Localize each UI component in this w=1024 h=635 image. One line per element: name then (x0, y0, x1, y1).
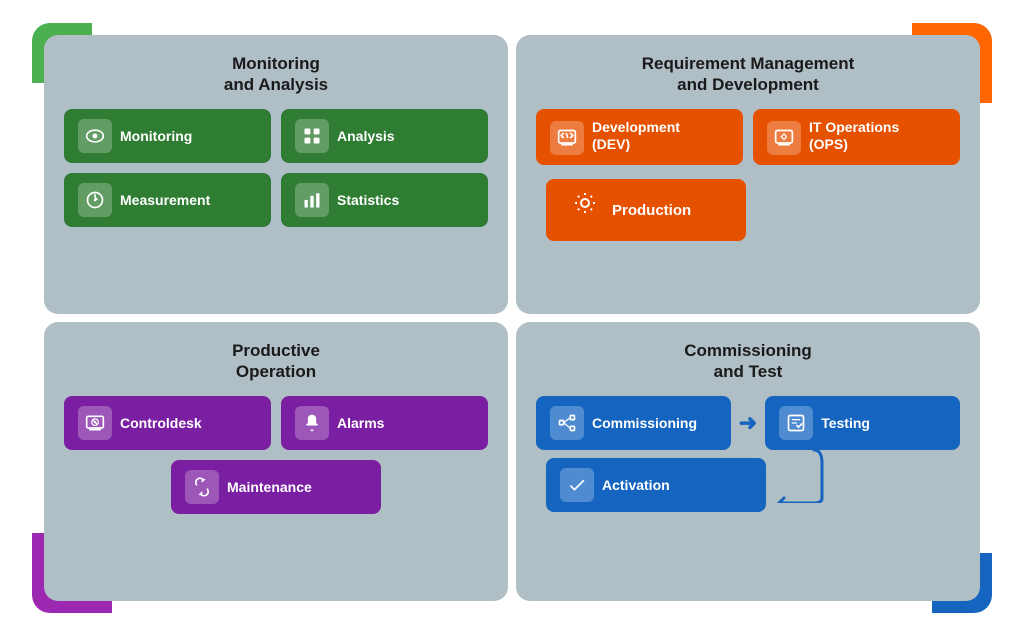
maintenance-icon (185, 470, 219, 504)
quadrant-commissioning-title: Commissioningand Test (684, 340, 812, 383)
main-container: Monitoring and Analysis Monitoring Analy… (32, 23, 992, 613)
activation-button[interactable]: Activation (546, 458, 766, 512)
maintenance-button[interactable]: Maintenance (171, 460, 381, 514)
production-icon (566, 191, 604, 229)
controldesk-icon (78, 406, 112, 440)
quadrant-requirement: Requirement Managementand Development De… (516, 35, 980, 314)
commissioning-button[interactable]: Commissioning (536, 396, 731, 450)
maintenance-label: Maintenance (227, 479, 312, 495)
quadrant-monitoring: Monitoring and Analysis Monitoring Analy… (44, 35, 508, 314)
quadrant-monitoring-title: Monitoring and Analysis (224, 53, 328, 96)
analysis-icon (295, 119, 329, 153)
commissioning-layout: Commissioning ➜ Testing (536, 396, 960, 512)
measurement-icon (78, 183, 112, 217)
maintenance-row: Maintenance (64, 460, 488, 514)
monitoring-label: Monitoring (120, 128, 192, 144)
curve-arrow (774, 448, 824, 503)
monitoring-button-grid: Monitoring Analysis Measurement (64, 109, 488, 227)
development-icon (550, 121, 584, 155)
statistics-button[interactable]: Statistics (281, 173, 488, 227)
controldesk-label: Controldesk (120, 415, 202, 431)
monitoring-button[interactable]: Monitoring (64, 109, 271, 163)
controldesk-button[interactable]: Controldesk (64, 396, 271, 450)
alarms-label: Alarms (337, 415, 384, 431)
monitoring-icon (78, 119, 112, 153)
alarms-button[interactable]: Alarms (281, 396, 488, 450)
production-label: Production (612, 202, 691, 219)
quadrant-grid: Monitoring and Analysis Monitoring Analy… (44, 35, 980, 601)
it-operations-label: IT Operations(OPS) (809, 119, 899, 153)
activation-icon (560, 468, 594, 502)
activation-row: Activation (536, 458, 960, 512)
commissioning-flow-row: Commissioning ➜ Testing (536, 396, 960, 450)
testing-icon (779, 406, 813, 440)
commissioning-label: Commissioning (592, 415, 697, 431)
measurement-button[interactable]: Measurement (64, 173, 271, 227)
statistics-icon (295, 183, 329, 217)
alarms-icon (295, 406, 329, 440)
statistics-label: Statistics (337, 192, 399, 208)
development-button[interactable]: Development(DEV) (536, 109, 743, 165)
commissioning-icon (550, 406, 584, 440)
it-operations-button[interactable]: IT Operations(OPS) (753, 109, 960, 165)
testing-label: Testing (821, 415, 870, 431)
quadrant-productive-title: ProductiveOperation (232, 340, 320, 383)
productive-top-buttons: Controldesk Alarms (64, 396, 488, 450)
requirement-top-buttons: Development(DEV) IT Operations(OPS) (536, 109, 960, 165)
quadrant-requirement-title: Requirement Managementand Development (642, 53, 855, 96)
quadrant-commissioning: Commissioningand Test Commissioning ➜ (516, 322, 980, 601)
measurement-label: Measurement (120, 192, 210, 208)
analysis-button[interactable]: Analysis (281, 109, 488, 163)
testing-button[interactable]: Testing (765, 396, 960, 450)
it-operations-icon (767, 121, 801, 155)
quadrant-productive: ProductiveOperation Controldesk Alarms (44, 322, 508, 601)
analysis-label: Analysis (337, 128, 395, 144)
production-button[interactable]: Production (546, 179, 746, 241)
production-row: Production (536, 179, 960, 241)
development-label: Development(DEV) (592, 119, 680, 153)
activation-label: Activation (602, 477, 670, 493)
flow-arrow-right: ➜ (739, 410, 757, 436)
